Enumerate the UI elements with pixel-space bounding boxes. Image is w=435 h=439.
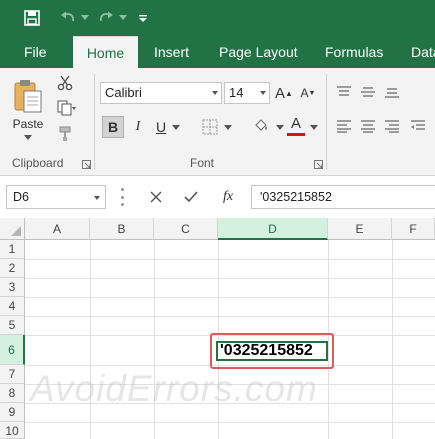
redo-icon[interactable] (94, 8, 118, 28)
borders-dropdown-icon[interactable] (222, 116, 234, 138)
grow-font-label: A (275, 84, 286, 102)
caret-up-icon: ▲ (285, 88, 293, 98)
row-header-6[interactable]: 6 (0, 335, 25, 365)
tab-formulas[interactable]: Formulas (325, 36, 383, 68)
bottom-align-icon[interactable] (382, 82, 402, 102)
paste-button[interactable]: Paste (8, 116, 48, 132)
row-gridline (25, 316, 435, 317)
formula-bar: D6 fx '0325215852 (0, 176, 435, 218)
paste-dropdown-icon[interactable] (22, 132, 34, 142)
format-painter-icon[interactable] (55, 125, 75, 143)
decrease-font-size-button[interactable]: A ▼ (298, 82, 318, 104)
font-color-letter: A (290, 115, 301, 132)
tab-file[interactable]: File (24, 36, 47, 68)
italic-button[interactable]: I (128, 116, 148, 138)
font-color-dropdown-icon[interactable] (308, 116, 320, 138)
row-header-4[interactable]: 4 (0, 297, 25, 316)
name-box[interactable]: D6 (6, 185, 106, 209)
bold-button[interactable]: B (102, 116, 124, 138)
decrease-indent-icon[interactable] (408, 116, 428, 136)
chevron-down-icon (260, 91, 266, 95)
save-icon[interactable] (22, 8, 42, 28)
paste-icon[interactable] (10, 76, 46, 116)
row-header-8[interactable]: 8 (0, 384, 25, 403)
clipboard-group-label: Clipboard (12, 156, 64, 170)
font-color-button[interactable]: A (286, 114, 306, 138)
tab-home[interactable]: Home (73, 36, 138, 68)
font-name-dropdown[interactable]: Calibri (100, 82, 222, 104)
ribbon-tabs: File Home Insert Page Layout Formulas Da… (0, 36, 435, 68)
row-gridline (25, 422, 435, 423)
align-center-icon[interactable] (358, 116, 378, 136)
group-separator (326, 74, 327, 170)
redo-dropdown-icon[interactable] (118, 8, 128, 28)
cancel-icon[interactable] (146, 187, 166, 207)
borders-icon[interactable] (198, 116, 222, 138)
column-header-b[interactable]: B (90, 218, 154, 240)
underline-dropdown-icon[interactable] (170, 116, 182, 138)
row-gridline (25, 278, 435, 279)
underline-button[interactable]: U (152, 116, 170, 138)
column-header-a[interactable]: A (25, 218, 90, 240)
row-gridline (25, 297, 435, 298)
clipboard-launcher-icon[interactable] (80, 158, 92, 170)
select-all-triangle-icon (11, 226, 21, 236)
tab-data[interactable]: Data (411, 36, 435, 68)
customize-qat-icon[interactable] (136, 8, 150, 28)
font-launcher-icon[interactable] (312, 158, 324, 170)
column-header-f[interactable]: F (392, 218, 435, 240)
font-group-label: Font (190, 156, 215, 170)
tab-page-layout[interactable]: Page Layout (219, 36, 298, 68)
name-box-value: D6 (13, 190, 29, 204)
chevron-down-icon (94, 196, 100, 200)
cell-d6[interactable]: '0325215852 (216, 341, 328, 361)
row-header-2[interactable]: 2 (0, 259, 25, 278)
increase-font-size-button[interactable]: A ▲ (274, 82, 294, 104)
group-separator (94, 74, 95, 170)
column-header-c[interactable]: C (154, 218, 218, 240)
chevron-down-icon (212, 91, 218, 95)
font-size-value: 14 (229, 85, 244, 100)
copy-icon[interactable] (55, 99, 79, 117)
tab-insert[interactable]: Insert (154, 36, 189, 68)
row-header-5[interactable]: 5 (0, 316, 25, 335)
insert-function-button[interactable]: fx (216, 186, 240, 208)
enter-icon[interactable] (181, 187, 201, 207)
row-header-3[interactable]: 3 (0, 278, 25, 297)
column-header-e[interactable]: E (328, 218, 392, 240)
formula-input[interactable]: '0325215852 (251, 185, 435, 209)
undo-icon[interactable] (56, 8, 80, 28)
caret-down-icon: ▼ (308, 89, 316, 97)
row-header-7[interactable]: 7 (0, 365, 25, 384)
middle-align-icon[interactable] (358, 82, 378, 102)
watermark: AvoidErrors.com (30, 368, 318, 409)
top-align-icon[interactable] (334, 82, 354, 102)
row-header-10[interactable]: 10 (0, 422, 25, 439)
align-left-icon[interactable] (334, 116, 354, 136)
font-color-bar (287, 133, 305, 136)
ribbon-home: Paste Clipboard Calibri 14 A ▲ A ▼ B I U… (0, 68, 435, 176)
column-gridline (392, 240, 393, 439)
font-size-dropdown[interactable]: 14 (224, 82, 270, 104)
undo-dropdown-icon[interactable] (80, 8, 90, 28)
formula-bar-splitter-icon[interactable] (118, 188, 126, 206)
align-right-icon[interactable] (382, 116, 402, 136)
column-header-d[interactable]: D (218, 218, 328, 240)
fill-color-dropdown-icon[interactable] (274, 116, 286, 138)
font-name-value: Calibri (105, 85, 142, 100)
row-gridline (25, 259, 435, 260)
excel-window: File Home Insert Page Layout Formulas Da… (0, 0, 435, 439)
cut-icon[interactable] (55, 74, 75, 92)
row-header-1[interactable]: 1 (0, 240, 25, 259)
select-all-button[interactable] (0, 218, 25, 240)
worksheet-grid: A B C D E F 1 2 3 4 5 6 7 8 9 10 AvoidEr… (0, 218, 435, 439)
title-bar (0, 0, 435, 36)
row-header-9[interactable]: 9 (0, 403, 25, 422)
shrink-font-label: A (300, 86, 309, 100)
fill-color-icon[interactable] (250, 114, 274, 138)
